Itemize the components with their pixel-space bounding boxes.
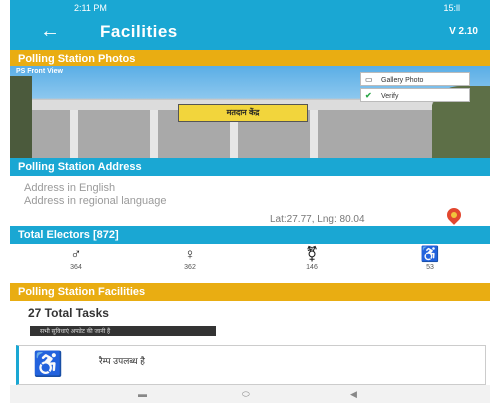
page-title: Facilities (100, 22, 178, 41)
photo-pillar (150, 110, 158, 158)
address-english: Address in English (24, 182, 116, 194)
photo-tree-left (10, 76, 32, 158)
photo-pillar (310, 110, 318, 158)
photo-signboard: मतदान केंद्र (178, 104, 308, 122)
facilities-section-header: Polling Station Facilities (10, 283, 490, 301)
verify-button[interactable]: ✔ Verify (360, 88, 470, 102)
app-version: V 2.10 (449, 26, 478, 37)
gallery-photo-label: Gallery Photo (381, 77, 424, 84)
lat-lng-text: Lat:27.77, Lng: 80.04 (270, 214, 365, 225)
back-arrow-icon[interactable]: ← (40, 21, 60, 41)
wheelchair-ramp-icon: ♿ (33, 351, 63, 378)
checkmark-icon: ✔ (365, 91, 372, 100)
system-nav-bar: ▬ ⬭ ◀ (10, 385, 490, 403)
status-bar: 2:11 PM 15:ll (10, 0, 490, 16)
male-voters: ♂ 364 (56, 246, 96, 271)
facility-card[interactable]: ♿ रैम्प उपलब्ध है (16, 345, 486, 385)
gallery-icon: ▭ (365, 75, 373, 84)
female-voter-icon: ♀ (184, 246, 196, 263)
signal-indicator: 15:ll (443, 3, 460, 13)
pwd-voters: ♿ 53 (410, 246, 450, 271)
third-gender-count: 146 (306, 264, 318, 271)
recent-apps-icon[interactable]: ▬ (138, 389, 147, 399)
pwd-voter-count: 53 (426, 264, 434, 271)
voter-counts: ♂ 364 ♀ 362 ⚧ 146 ♿ 53 (10, 246, 490, 282)
app-bar: 2:11 PM 15:ll ← Facilities V 2.10 (10, 0, 490, 50)
third-gender-voters: ⚧ 146 (292, 246, 332, 271)
male-voter-count: 364 (70, 264, 82, 271)
home-icon[interactable]: ⬭ (242, 389, 250, 400)
address-section-header: Polling Station Address (10, 158, 490, 176)
task-status-bar: सभी सुविधाएं अपडेट की जानी हैं (30, 326, 216, 336)
electors-section-header: Total Electors [872] (10, 226, 490, 244)
gallery-photo-button[interactable]: ▭ Gallery Photo (360, 72, 470, 86)
status-time: 2:11 PM (74, 3, 107, 13)
wheelchair-icon: ♿ (420, 246, 440, 263)
facility-card-text: रैम्प उपलब्ध है (99, 356, 145, 366)
female-voters: ♀ 362 (170, 246, 210, 271)
female-voter-count: 362 (184, 264, 196, 271)
total-tasks: 27 Total Tasks (28, 306, 109, 320)
address-regional: Address in regional language (24, 195, 167, 207)
third-gender-icon: ⚧ (305, 246, 319, 263)
photo-label: PS Front View (16, 68, 63, 75)
photo-pillar (70, 110, 78, 158)
nav-back-icon[interactable]: ◀ (350, 389, 357, 400)
verify-label: Verify (381, 93, 399, 100)
map-pin-icon[interactable] (444, 205, 464, 225)
male-voter-icon: ♂ (70, 246, 82, 263)
polling-station-photo[interactable]: मतदान केंद्र PS Front View ▭ Gallery Phot… (10, 66, 490, 158)
